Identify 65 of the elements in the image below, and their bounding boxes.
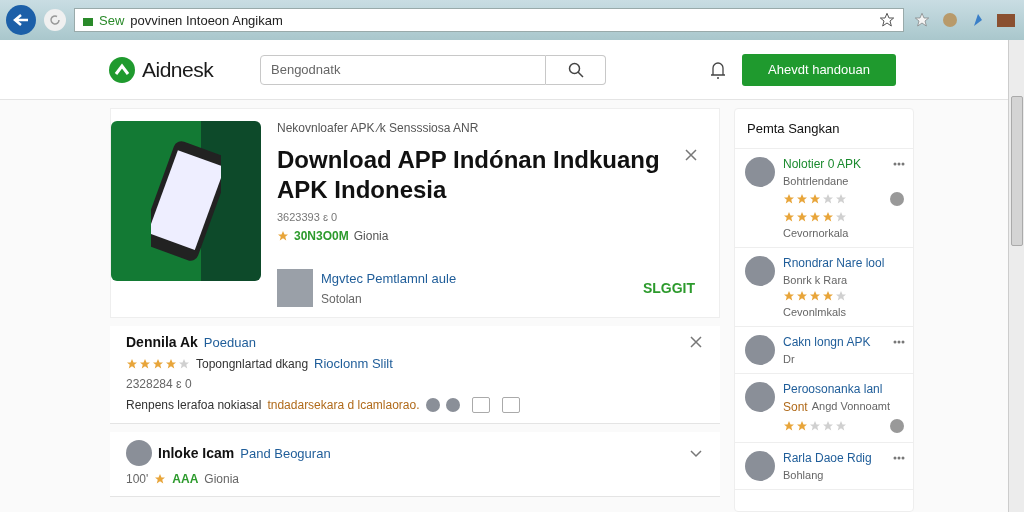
app-name[interactable]: Rnondrar Nare lool [783,256,885,270]
search-button[interactable] [546,54,606,85]
sub-tag: Sont [783,400,808,414]
logo-icon [108,55,136,84]
review-author-tag[interactable]: Pand Beoguran [240,445,331,461]
reload-icon [49,14,61,26]
url-scheme: Sew [99,12,125,28]
developer-avatar [277,269,313,307]
user-avatar [745,335,775,365]
url-text: povvinen Intoeon Angikam [130,12,284,28]
app-icon [111,121,261,281]
user-avatar [745,382,775,412]
review-author: Inloke Icam [158,445,235,461]
user-avatar [745,157,775,187]
review-body: Renpens lerafoa nokiasal [126,398,262,412]
scrollbar[interactable] [1008,40,1024,512]
logo-text: Aidnesk [142,57,214,82]
favorites-star-icon[interactable] [912,10,932,30]
app-sub: Bohlang [783,469,824,481]
app-sub: Dr [783,353,795,365]
chevron-down-icon[interactable] [690,447,702,459]
app-sub: Bohtrlendane [783,175,849,187]
review-author-tag[interactable]: Poeduan [203,334,256,350]
search-field[interactable]: Bengodnatk [260,54,546,85]
bell-icon[interactable] [710,60,727,79]
download-button[interactable]: Ahevdt handouan [742,53,896,86]
review-link[interactable]: Rioclonm Slilt [314,356,393,371]
reviewer-avatar [126,440,152,466]
search-icon [567,61,584,78]
reaction-avatar [425,398,440,412]
bookmark-star-icon[interactable] [879,12,895,28]
reload-button[interactable] [44,9,66,31]
app-title: Download APP Indónan Indkuang APK Indonesia [277,145,661,205]
user-avatar [745,451,775,481]
app-name[interactable]: Cakn longn APK [783,335,871,349]
sidebar-title: Pemta Sangkan [735,109,913,149]
review-category: Gionia [204,472,239,486]
star-icon [154,473,167,485]
category-text: Gionia [353,229,389,243]
reaction-avatar [445,398,460,412]
developer-name[interactable]: Mgvtec Pemtlamnl aule [321,270,629,286]
back-arrow-icon [13,13,29,27]
rating-text: 30N3O0M [294,229,349,243]
app-name[interactable]: Rarla Daoe Rdig [783,451,872,465]
review-count: 100' [126,472,149,486]
app-name[interactable]: Peroosonanka lanl [783,382,883,396]
app-note: Cevonlmkals [783,306,847,318]
review-highlight: tndadarsekara d lcamlaorao. [267,398,420,412]
user-avatar [745,256,775,286]
app-meta: 3623393 ɛ 0 [277,211,339,223]
developer-sub: Sotolan [321,291,363,306]
app-name[interactable]: Nolotier 0 APK [783,157,862,171]
review-author: Dennila Ak [126,334,198,350]
breadcrumb: Nekovnloafer APK ⁄k Sensssiosa ANR [277,121,480,135]
review-summary: Topongnlartad dkang [196,356,309,371]
review-tags: AAA [172,472,199,486]
address-bar[interactable]: Sew povvinen Intoeon Angikam [74,8,904,32]
review-date: 2328284 ɛ 0 [126,377,193,391]
star-icon [277,230,289,242]
app-note: Cevornorkala [783,227,850,239]
app-sub: Bonrk k Rara [783,274,848,286]
action-link[interactable]: SLGGIT [636,279,701,297]
app-sub: Angd Vonnoamt [811,400,890,414]
back-button[interactable] [6,5,36,35]
close-icon[interactable] [690,336,702,348]
